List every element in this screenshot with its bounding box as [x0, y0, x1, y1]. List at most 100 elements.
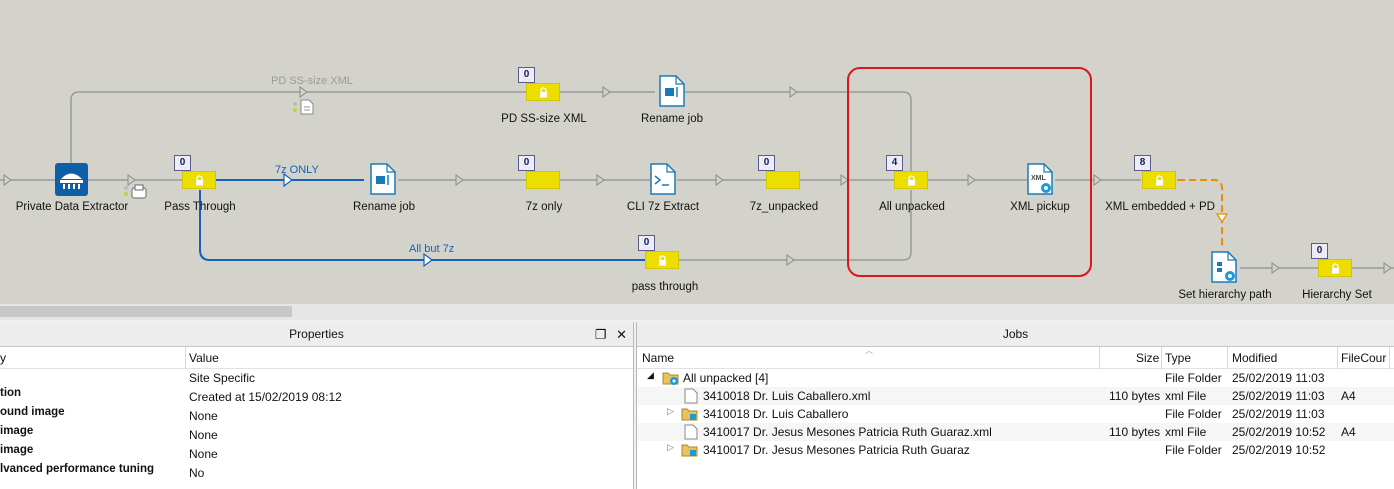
jobs-panel: Jobs Name ︿ Size Type Modified FileCour … — [636, 322, 1394, 489]
node-label-xml-embedded-pd: XML embedded + PD — [1105, 201, 1215, 213]
job-type: xml File — [1165, 389, 1207, 403]
node-label-pd-ss-size-xml: PD SS-size XML — [501, 113, 587, 125]
node-label-7z-unpacked: 7z_unpacked — [749, 201, 819, 213]
property-row[interactable]: image None — [0, 425, 633, 445]
job-row[interactable]: ▷ 3410017 Dr. Jesus Mesones Patricia Rut… — [637, 441, 1394, 459]
job-name: 3410018 Dr. Luis Caballero — [703, 407, 849, 421]
route-doc-icon — [293, 99, 314, 115]
lock-icon — [659, 255, 666, 266]
property-row[interactable]: ound image None — [0, 406, 633, 426]
7z-only-folder[interactable] — [526, 171, 560, 189]
sort-indicator-icon: ︿ — [865, 346, 873, 355]
column-header-filecour[interactable]: FileCour — [1341, 351, 1386, 365]
xml-pickup-icon[interactable]: XML — [1027, 163, 1055, 195]
properties-title: Properties — [289, 327, 344, 341]
column-header-size[interactable]: Size — [1136, 351, 1159, 365]
job-row[interactable]: 3410018 Dr. Luis Caballero.xml 110 bytes… — [637, 387, 1394, 405]
job-name: 3410017 Dr. Jesus Mesones Patricia Ruth … — [703, 425, 992, 439]
column-header-modified[interactable]: Modified — [1232, 351, 1277, 365]
column-header-type[interactable]: Type — [1165, 351, 1191, 365]
job-row[interactable]: ▷ 3410018 Dr. Luis Caballero File Folder… — [637, 405, 1394, 423]
job-modified: 25/02/2019 11:03 — [1232, 407, 1325, 421]
node-label-pass-through: Pass Through — [164, 201, 236, 213]
job-type: xml File — [1165, 425, 1207, 439]
job-filecour: A4 — [1341, 425, 1356, 439]
xml-embedded-pd-folder[interactable] — [1142, 171, 1176, 189]
count-badge: 0 — [518, 67, 535, 83]
hierarchy-set-folder[interactable] — [1318, 259, 1352, 277]
job-modified: 25/02/2019 10:52 — [1232, 443, 1326, 457]
pd-ss-size-xml-folder[interactable] — [526, 83, 560, 101]
count-badge: 4 — [886, 155, 903, 171]
lock-icon — [1332, 263, 1339, 274]
count-badge: 8 — [1134, 155, 1151, 171]
flow-connectors — [0, 67, 1394, 277]
route-label-all-but-7z: All but 7z — [409, 243, 455, 255]
node-label-set-hierarchy-path: Set hierarchy path — [1178, 289, 1272, 301]
property-row[interactable]: lvanced performance tuning No — [0, 463, 633, 483]
rename-job-icon[interactable] — [370, 163, 396, 195]
value-column-header[interactable]: Value — [189, 351, 219, 365]
pass-through-folder[interactable] — [182, 171, 216, 189]
file-icon — [684, 388, 698, 404]
collapse-arrow-icon[interactable]: ◢ — [647, 370, 654, 381]
job-name: 3410017 Dr. Jesus Mesones Patricia Ruth … — [703, 443, 970, 457]
rename-job-icon[interactable] — [659, 75, 685, 107]
job-filecour: A4 — [1341, 389, 1356, 403]
route-label-pd-ss-size-xml: PD SS-size XML — [271, 75, 353, 87]
count-badge: 0 — [518, 155, 535, 171]
flow-canvas[interactable]: PD SS-size XML 7z ONLY All but 7z Privat… — [0, 0, 1394, 303]
count-badge: 0 — [1311, 243, 1328, 259]
property-column-header[interactable]: y — [0, 351, 6, 365]
node-label-rename-job: Rename job — [352, 201, 416, 213]
lock-icon — [1156, 175, 1163, 186]
property-row[interactable]: image None — [0, 444, 633, 464]
scrollbar-thumb[interactable] — [0, 306, 292, 317]
file-icon — [684, 424, 698, 440]
properties-title-bar: Properties ❐ ✕ — [0, 322, 633, 347]
job-row[interactable]: 3410017 Dr. Jesus Mesones Patricia Ruth … — [637, 423, 1394, 441]
properties-panel: Properties ❐ ✕ y Value Site Specific tio… — [0, 322, 634, 489]
pass-through-lower-folder[interactable] — [645, 251, 679, 269]
job-type: File Folder — [1165, 371, 1222, 385]
lock-icon — [908, 175, 915, 186]
lock-icon — [540, 87, 547, 98]
job-modified: 25/02/2019 11:03 — [1232, 371, 1325, 385]
close-icon[interactable]: ✕ — [616, 327, 627, 342]
job-size: 110 bytes — [1109, 425, 1161, 439]
node-label-all-unpacked: All unpacked — [879, 201, 945, 213]
node-label-rename-job-top: Rename job — [640, 113, 704, 125]
job-type: File Folder — [1165, 443, 1222, 457]
extractor-icon — [60, 173, 83, 189]
job-row[interactable]: ◢ All unpacked [4] File Folder 25/02/201… — [637, 369, 1394, 387]
property-row[interactable]: tion Created at 15/02/2019 08:12 — [0, 387, 633, 407]
column-header-name[interactable]: Name — [642, 351, 674, 365]
7z-unpacked-folder[interactable] — [766, 171, 800, 189]
printer-icon — [124, 184, 147, 199]
route-label-7z-only: 7z ONLY — [275, 164, 319, 176]
expand-arrow-icon[interactable]: ▷ — [667, 442, 674, 453]
lock-icon — [196, 175, 203, 186]
node-label-cli-7z-extract: CLI 7z Extract — [626, 201, 700, 213]
job-modified: 25/02/2019 10:52 — [1232, 425, 1326, 439]
property-row[interactable]: Site Specific — [0, 369, 633, 388]
set-hierarchy-path-icon[interactable] — [1211, 251, 1239, 283]
job-name: All unpacked [4] — [683, 371, 769, 385]
count-badge: 0 — [174, 155, 191, 171]
xml-icon-text: XML — [1031, 175, 1047, 182]
private-data-extractor-node[interactable] — [55, 163, 88, 196]
jobs-title-bar: Jobs — [637, 322, 1394, 347]
all-unpacked-folder[interactable] — [894, 171, 928, 189]
count-badge: 0 — [638, 235, 655, 251]
folder-icon — [681, 408, 698, 421]
node-label-pass-through-lower: pass through — [631, 281, 699, 293]
expand-arrow-icon[interactable]: ▷ — [667, 406, 674, 417]
folder-icon — [681, 444, 698, 457]
restore-icon[interactable]: ❐ — [595, 327, 607, 342]
count-badge: 0 — [758, 155, 775, 171]
terminal-script-icon[interactable] — [650, 163, 676, 195]
jobs-header: Name ︿ Size Type Modified FileCour — [637, 346, 1394, 369]
node-label-private-data-extractor: Private Data Extractor — [15, 201, 129, 213]
jobs-title: Jobs — [1002, 327, 1029, 341]
folder-icon — [662, 372, 679, 385]
